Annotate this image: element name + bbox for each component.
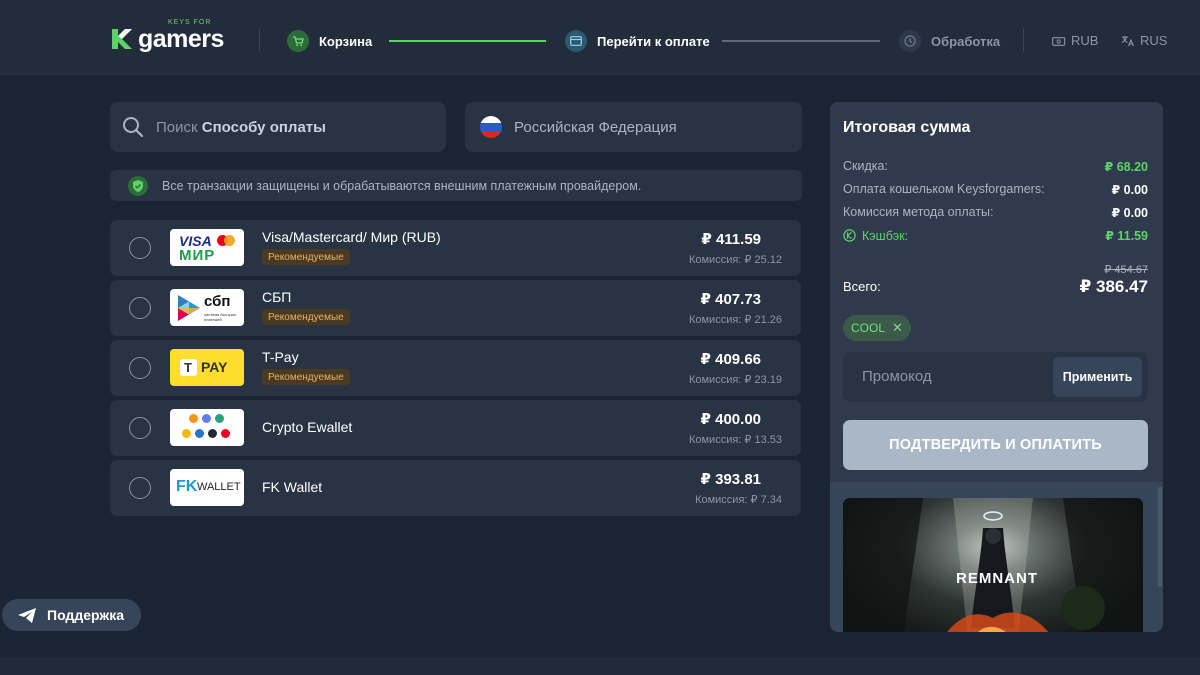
payment-radio[interactable]	[129, 477, 151, 499]
language-selector[interactable]: RUS	[1121, 33, 1167, 48]
step-label: Перейти к оплате	[597, 33, 710, 49]
payment-radio[interactable]	[129, 357, 151, 379]
step-label: Обработка	[931, 33, 1001, 49]
payment-fee: Комиссия: ₽ 13.53	[688, 434, 782, 446]
confirm-and-pay-button[interactable]: ПОДТВЕРДИТЬ И ОПЛАТИТЬ	[843, 420, 1148, 470]
header-divider	[1023, 28, 1024, 52]
order-summary-panel: Итоговая сумма Скидка: ₽ 68.20 Оплата ко…	[830, 102, 1163, 632]
payment-method-row[interactable]: FK WALLET FK Wallet ₽ 393.81 Комиссия: ₽…	[110, 460, 801, 516]
card-icon	[565, 30, 587, 52]
payment-price: ₽ 411.59	[701, 231, 761, 248]
header: KEYS FOR gamers Корзина Перейти к оплате…	[0, 0, 1200, 75]
payment-price: ₽ 409.66	[700, 351, 761, 368]
header-divider	[259, 28, 260, 52]
apply-promo-button[interactable]: Применить	[1053, 357, 1142, 397]
payment-method-row[interactable]: T PAY T-Pay Рекомендуемые ₽ 409.66 Комис…	[110, 340, 801, 396]
payment-search-input[interactable]: Поиск Способу оплаты	[110, 102, 446, 152]
page-footer	[0, 657, 1200, 675]
payment-fee: Комиссия: ₽ 7.34	[695, 494, 782, 506]
crypto-logo	[170, 409, 244, 446]
telegram-icon	[18, 607, 36, 623]
search-placeholder: Поиск Способу оплаты	[156, 118, 326, 136]
remove-promo-icon[interactable]: ✕	[892, 320, 903, 336]
summary-row-cashback: Кэшбэк: ₽ 11.59	[843, 228, 1148, 243]
search-icon	[123, 117, 144, 138]
payment-method-row[interactable]: VISA МИР Visa/Mastercard/ Мир (RUB) Реко…	[110, 220, 801, 276]
language-label: RUS	[1140, 33, 1168, 48]
payment-name: T-Pay	[262, 349, 299, 365]
promo-code-label: COOL	[851, 321, 886, 335]
payment-name: СБП	[262, 289, 292, 305]
summary-scrollbar[interactable]	[1158, 487, 1162, 587]
tpay-logo: T PAY	[170, 349, 244, 386]
currency-selector[interactable]: RUB	[1052, 33, 1098, 48]
logo-mark-icon	[112, 29, 132, 49]
russia-flag-icon	[480, 116, 502, 138]
shield-icon	[128, 175, 148, 196]
step-cart[interactable]: Корзина	[287, 30, 372, 52]
summary-row-fee: Комиссия метода оплаты: ₽ 0.00	[843, 205, 1148, 220]
summary-row-wallet: Оплата кошельком Keysforgamers: ₽ 0.00	[843, 182, 1148, 197]
notice-text: Все транзакции защищены и обрабатываются…	[162, 178, 642, 193]
summary-title: Итоговая сумма	[843, 119, 971, 136]
payment-name: FK Wallet	[262, 479, 323, 495]
summary-body: Итоговая сумма Скидка: ₽ 68.20 Оплата ко…	[830, 102, 1163, 482]
site-logo[interactable]: KEYS FOR gamers	[110, 18, 224, 56]
clock-icon	[899, 30, 921, 52]
translate-icon	[1121, 35, 1135, 46]
game-title: REMNANT	[956, 570, 1038, 587]
visa-mir-logo: VISA МИР	[170, 229, 244, 266]
payment-method-row[interactable]: Crypto Ewallet ₽ 400.00 Комиссия: ₽ 13.5…	[110, 400, 801, 456]
summary-row-discount: Скидка: ₽ 68.20	[843, 159, 1148, 174]
recommended-badge: Рекомендуемые	[262, 369, 350, 385]
country-selector[interactable]: Российская Федерация	[465, 102, 802, 152]
payment-fee: Комиссия: ₽ 25.12	[688, 254, 782, 266]
promo-code-input[interactable]: Промокод Применить	[843, 352, 1148, 402]
payment-method-row[interactable]: сбп система быстрых платежей СБП Рекомен…	[110, 280, 801, 336]
logo-text: gamers	[138, 24, 224, 53]
total-price: ₽ 386.47	[1079, 277, 1148, 296]
step-payment[interactable]: Перейти к оплате	[565, 30, 710, 52]
security-notice: Все транзакции защищены и обрабатываются…	[110, 170, 802, 201]
payment-fee: Комиссия: ₽ 23.19	[688, 374, 782, 386]
total-old-price: ₽ 454.67	[1104, 264, 1148, 276]
support-button[interactable]: Поддержка	[2, 599, 141, 631]
sbp-logo: сбп система быстрых платежей	[170, 289, 244, 326]
cashback-icon	[843, 229, 856, 242]
game-card[interactable]: REMNANT	[843, 498, 1143, 632]
payment-price: ₽ 407.73	[700, 291, 761, 308]
recommended-badge: Рекомендуемые	[262, 309, 350, 325]
promo-placeholder: Промокод	[862, 368, 932, 385]
payment-name: Crypto Ewallet	[262, 419, 353, 435]
logo-small-text: KEYS FOR	[168, 18, 212, 26]
game-cover-image	[843, 498, 1143, 632]
currency-icon	[1052, 36, 1066, 46]
payment-radio[interactable]	[129, 237, 151, 259]
payment-price: ₽ 400.00	[700, 411, 761, 428]
applied-promo-chip[interactable]: COOL ✕	[843, 315, 911, 341]
step-label: Корзина	[319, 33, 373, 49]
payment-fee: Комиссия: ₽ 21.26	[688, 314, 782, 326]
step-processing[interactable]: Обработка	[899, 30, 1000, 52]
cart-icon	[287, 30, 309, 52]
recommended-badge: Рекомендуемые	[262, 249, 350, 265]
payment-radio[interactable]	[129, 297, 151, 319]
step-progress-line	[389, 40, 546, 42]
support-label: Поддержка	[47, 607, 125, 623]
country-name: Российская Федерация	[514, 118, 677, 136]
payment-price: ₽ 393.81	[700, 471, 761, 488]
total-label: Всего:	[843, 279, 881, 294]
payment-name: Visa/Mastercard/ Мир (RUB)	[262, 229, 441, 245]
payment-radio[interactable]	[129, 417, 151, 439]
currency-label: RUB	[1071, 33, 1099, 48]
step-progress-line	[722, 40, 880, 42]
fk-wallet-logo: FK WALLET	[170, 469, 244, 506]
